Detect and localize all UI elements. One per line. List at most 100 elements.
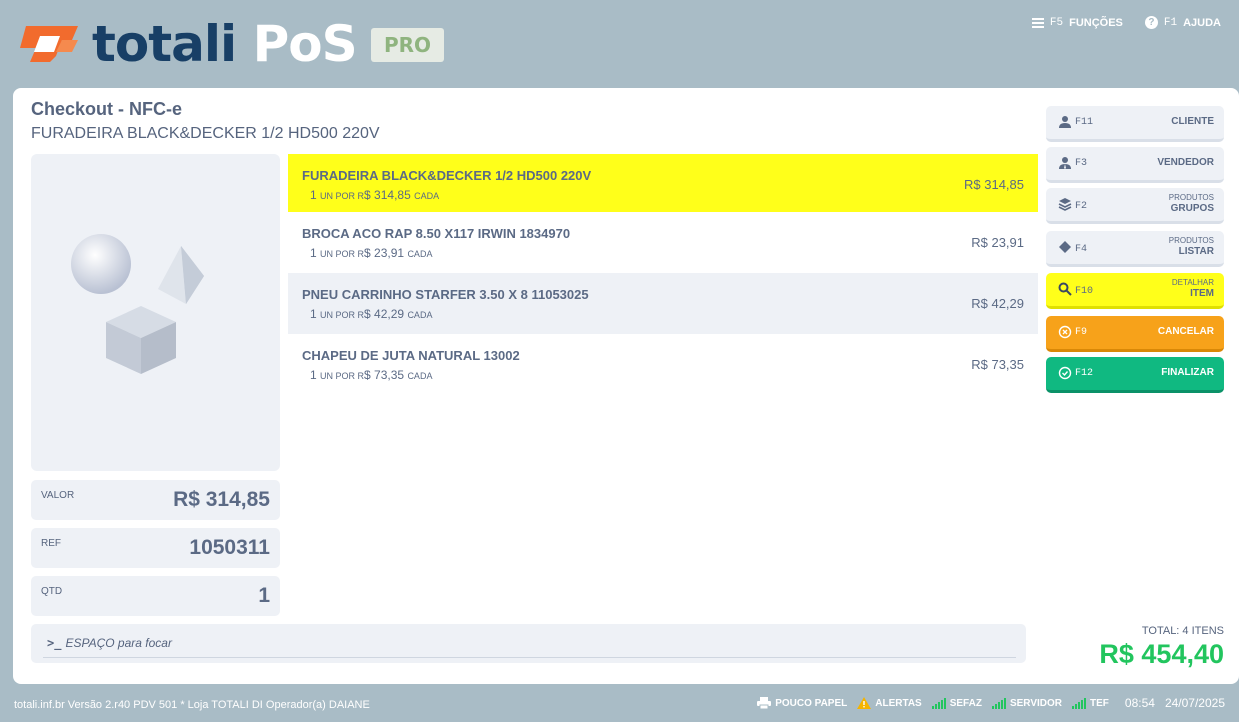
vendedor-key: F3 (1075, 158, 1088, 169)
grupos-key: F2 (1075, 201, 1088, 212)
valor-box: VALOR R$ 314,85 (31, 480, 280, 520)
item-detail: 1 UN POR R$ 23,91 CADA (310, 246, 432, 260)
item-detail: 1 UN POR R$ 42,29 CADA (310, 307, 432, 321)
paper-status: POUCO PAPEL (757, 697, 847, 709)
vendedor-label: VENDEDOR (1157, 157, 1214, 168)
alerts-status[interactable]: ALERTAS (857, 697, 922, 709)
menu-icon (1031, 17, 1044, 28)
command-input[interactable]: >_ ESPAÇO para focar (31, 624, 1026, 663)
functions-key: F5 (1049, 16, 1064, 29)
list-item[interactable]: BROCA ACO RAP 8.50 X117 IRWIN 1834970 1 … (288, 212, 1038, 273)
listar-label: PRODUTOS LISTAR (1169, 235, 1214, 257)
total-value: R$ 454,40 (1099, 639, 1224, 669)
cancelar-button[interactable]: F9 CANCELAR (1046, 316, 1224, 352)
item-qty: 1 (310, 188, 317, 202)
status-bar: POUCO PAPEL ALERTAS SEFAZ SERVIDOR TEF 0… (757, 696, 1225, 710)
detalhar-small: DETALHAR (1171, 278, 1214, 287)
item-unit-price: $ 314,85 (364, 188, 411, 202)
product-placeholder-icon (71, 234, 204, 374)
qtd-box: QTD 1 (31, 576, 280, 616)
warning-icon (857, 697, 872, 709)
items-list: FURADEIRA BLACK&DECKER 1/2 HD500 220V 1 … (288, 154, 1038, 395)
terminal-icon: >_ (47, 636, 62, 650)
printer-icon (757, 697, 772, 709)
qtd-value: 1 (258, 584, 270, 607)
layers-icon (1058, 198, 1072, 211)
servidor-status: SERVIDOR (991, 697, 1063, 709)
item-unit: UN POR R (320, 191, 365, 201)
functions-button[interactable]: F5 FUNÇÕES (1031, 16, 1123, 29)
sefaz-status: SEFAZ (931, 697, 982, 709)
diamond-icon (1059, 241, 1071, 253)
ref-value: 1050311 (189, 536, 270, 559)
item-name: PNEU CARRINHO STARFER 3.50 X 8 11053025 (302, 287, 589, 302)
clock-time: 08:54 (1124, 696, 1155, 710)
functions-label: FUNÇÕES (1069, 16, 1123, 29)
item-price: R$ 42,29 (971, 296, 1024, 311)
cliente-label: CLIENTE (1171, 116, 1214, 127)
finalizar-button[interactable]: F12 FINALIZAR (1046, 357, 1224, 393)
signal-icon (1072, 697, 1087, 709)
help-label: AJUDA (1183, 16, 1221, 29)
signal-icon (931, 697, 946, 709)
servidor-label: SERVIDOR (1009, 697, 1063, 709)
help-icon: ? (1144, 16, 1158, 29)
valor-value: R$ 314,85 (173, 488, 270, 511)
detalhar-main: ITEM (1190, 288, 1214, 299)
finalizar-label: FINALIZAR (1161, 367, 1214, 378)
total-label: TOTAL: 4 ITENS (1141, 625, 1224, 637)
item-unit-price: $ 73,35 (364, 368, 405, 382)
grupos-label: PRODUTOS GRUPOS (1169, 192, 1214, 214)
item-each: CADA (407, 371, 433, 381)
list-item[interactable]: FURADEIRA BLACK&DECKER 1/2 HD500 220V 1 … (288, 154, 1038, 212)
checkout-panel: Checkout - NFC-e FURADEIRA BLACK&DECKER … (13, 88, 1239, 684)
signal-icon (991, 697, 1006, 709)
tef-label: TEF (1090, 697, 1109, 709)
item-unit: UN POR R (320, 249, 365, 259)
check-circle-icon (1058, 366, 1072, 380)
list-item[interactable]: CHAPEU DE JUTA NATURAL 13002 1 UN POR R$… (288, 334, 1038, 395)
pro-badge: PRO (371, 28, 444, 62)
item-price: R$ 73,35 (971, 357, 1024, 372)
item-each: CADA (407, 249, 433, 259)
footer-info: totali.inf.br Versão 2.r40 PDV 501 * Loj… (14, 699, 370, 711)
detalhar-item-button[interactable]: F10 DETALHAR ITEM (1046, 273, 1224, 309)
item-detail: 1 UN POR R$ 73,35 CADA (310, 368, 432, 382)
paper-label: POUCO PAPEL (775, 697, 848, 709)
detalhar-key: F10 (1075, 286, 1094, 297)
vendedor-button[interactable]: F3 VENDEDOR (1046, 147, 1224, 183)
item-unit-price: $ 23,91 (364, 246, 405, 260)
item-each: CADA (407, 310, 433, 320)
qtd-label: QTD (41, 586, 63, 597)
list-item[interactable]: PNEU CARRINHO STARFER 3.50 X 8 11053025 … (288, 273, 1038, 334)
help-button[interactable]: ? F1 AJUDA (1144, 16, 1221, 29)
grupos-button[interactable]: F2 PRODUTOS GRUPOS (1046, 188, 1224, 224)
finalizar-key: F12 (1075, 368, 1094, 379)
item-name: BROCA ACO RAP 8.50 X117 IRWIN 1834970 (302, 226, 571, 241)
brand-name: totali (92, 15, 237, 73)
search-icon (1058, 282, 1072, 296)
item-name: CHAPEU DE JUTA NATURAL 13002 (302, 348, 520, 363)
item-price: R$ 314,85 (964, 177, 1024, 192)
grupos-small: PRODUTOS (1168, 193, 1214, 202)
ref-label: REF (41, 538, 61, 549)
cliente-key: F11 (1075, 117, 1094, 128)
command-prompt: >_ ESPAÇO para focar (47, 636, 172, 650)
ref-box: REF 1050311 (31, 528, 280, 568)
item-qty: 1 (310, 368, 317, 382)
alerts-label: ALERTAS (875, 697, 922, 709)
help-key: F1 (1163, 16, 1178, 29)
brand-logo: totali PoS (92, 14, 358, 74)
item-detail: 1 UN POR R$ 314,85 CADA (310, 188, 439, 202)
listar-button[interactable]: F4 PRODUTOS LISTAR (1046, 231, 1224, 267)
valor-label: VALOR (41, 490, 75, 501)
detalhar-label: DETALHAR ITEM (1172, 277, 1214, 299)
tef-status: TEF (1072, 697, 1109, 709)
item-qty: 1 (310, 307, 317, 321)
item-unit-price: $ 42,29 (364, 307, 405, 321)
item-each: CADA (414, 191, 440, 201)
product-image-placeholder (31, 154, 280, 471)
current-item-title: FURADEIRA BLACK&DECKER 1/2 HD500 220V (31, 125, 380, 142)
user-icon (1059, 116, 1071, 128)
cliente-button[interactable]: F11 CLIENTE (1046, 106, 1224, 142)
